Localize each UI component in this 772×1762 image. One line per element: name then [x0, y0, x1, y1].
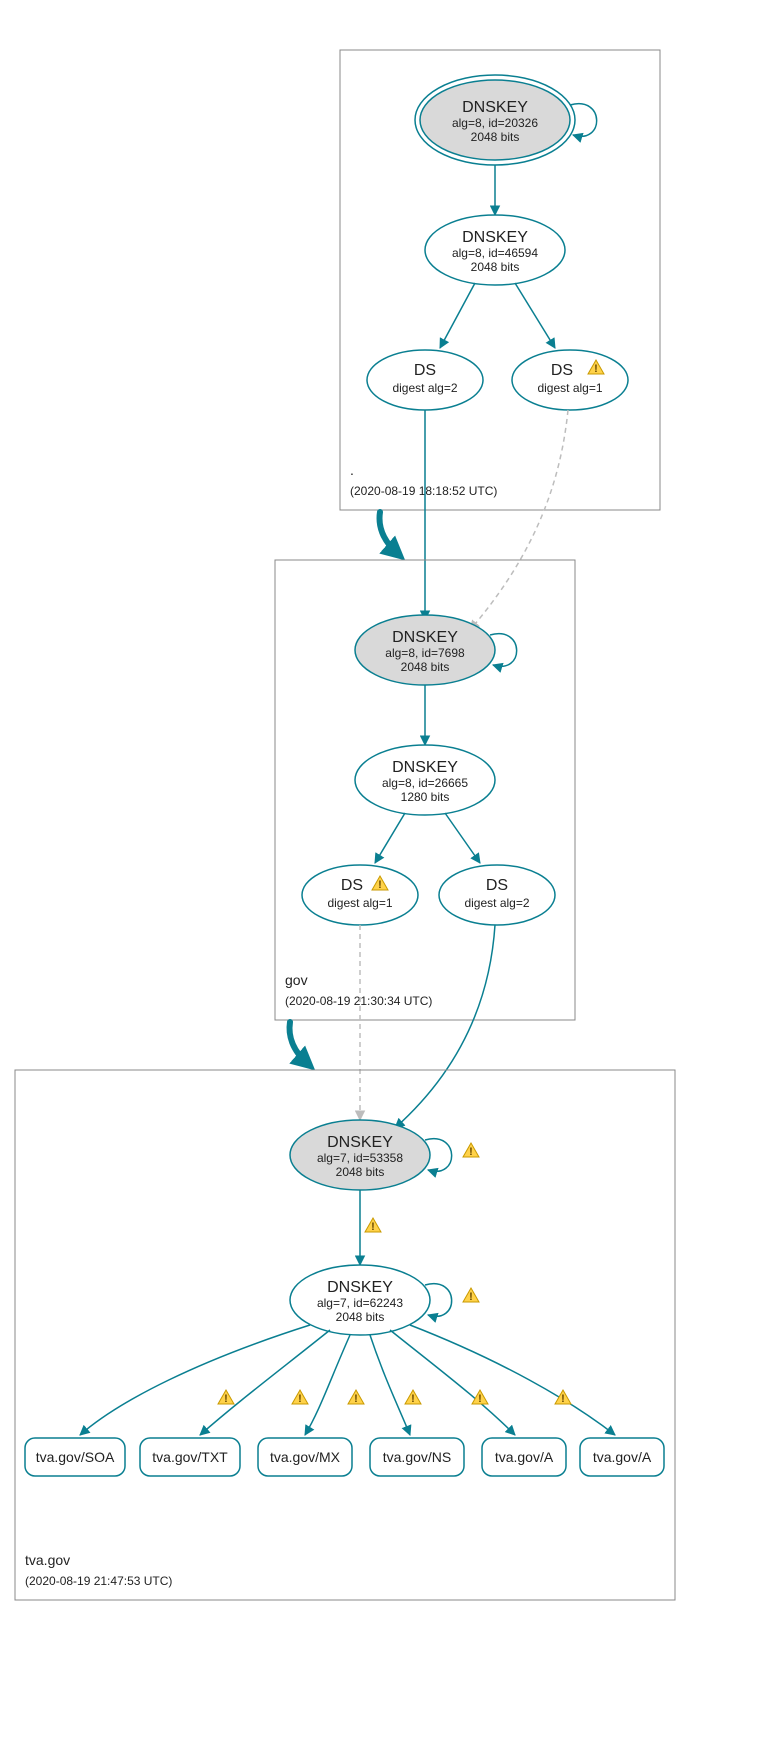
- root-ds2-node: DS digest alg=1 !: [512, 350, 628, 410]
- zone-root: . (2020-08-19 18:18:52 UTC) DNSKEY alg=8…: [340, 50, 660, 510]
- leaf-mx: tva.gov/MX: [258, 1438, 352, 1476]
- edge-leaf-4: [390, 1330, 515, 1435]
- svg-text:alg=8, id=26665: alg=8, id=26665: [382, 776, 468, 790]
- svg-text:!: !: [224, 1393, 228, 1405]
- svg-text:(2020-08-19 21:47:53 UTC): (2020-08-19 21:47:53 UTC): [25, 1574, 172, 1588]
- svg-text:DS: DS: [486, 877, 508, 894]
- edge-root-zsk-ds1: [440, 283, 475, 348]
- warning-icon: !: [348, 1390, 364, 1405]
- svg-text:!: !: [561, 1393, 565, 1405]
- root-ds1-node: DS digest alg=2: [367, 350, 483, 410]
- svg-text:tva.gov/MX: tva.gov/MX: [270, 1449, 341, 1465]
- svg-text:tva.gov/NS: tva.gov/NS: [383, 1449, 451, 1465]
- root-ksk-self-loop: [570, 104, 597, 137]
- svg-text:!: !: [469, 1146, 473, 1158]
- edge-leaf-0: [80, 1325, 310, 1435]
- svg-text:2048 bits: 2048 bits: [401, 660, 450, 674]
- warning-icon: !: [218, 1390, 234, 1405]
- delegation-gov-tva: [290, 1022, 308, 1064]
- svg-text:(2020-08-19 21:30:34 UTC): (2020-08-19 21:30:34 UTC): [285, 994, 432, 1008]
- leaf-soa: tva.gov/SOA: [25, 1438, 125, 1476]
- leaf-txt: tva.gov/TXT: [140, 1438, 240, 1476]
- zone-gov-name: gov: [285, 972, 308, 988]
- svg-text:alg=7, id=62243: alg=7, id=62243: [317, 1296, 403, 1310]
- svg-text:2048 bits: 2048 bits: [471, 260, 520, 274]
- svg-text:DNSKEY: DNSKEY: [462, 99, 528, 116]
- edge-root-zsk-ds2: [515, 283, 555, 348]
- edge-gov-ds2-tva-ksk: [395, 925, 495, 1128]
- svg-text:alg=8, id=7698: alg=8, id=7698: [385, 646, 465, 660]
- tva-zsk-node: DNSKEY alg=7, id=62243 2048 bits: [290, 1265, 430, 1335]
- svg-text:!: !: [411, 1393, 415, 1405]
- leaf-a2: tva.gov/A: [580, 1438, 664, 1476]
- warning-icon: !: [463, 1288, 479, 1303]
- svg-text:alg=7, id=53358: alg=7, id=53358: [317, 1151, 403, 1165]
- gov-zsk-node: DNSKEY alg=8, id=26665 1280 bits: [355, 745, 495, 815]
- svg-text:!: !: [298, 1393, 302, 1405]
- zone-tva-name: tva.gov: [25, 1552, 70, 1568]
- svg-text:DS: DS: [551, 362, 573, 379]
- edge-leaf-1: [200, 1330, 330, 1435]
- svg-text:DS: DS: [341, 877, 363, 894]
- zone-root-name: .: [350, 462, 354, 478]
- warning-icon: !: [292, 1390, 308, 1405]
- svg-text:2048 bits: 2048 bits: [471, 130, 520, 144]
- svg-text:!: !: [469, 1291, 473, 1303]
- zone-tva: tva.gov (2020-08-19 21:47:53 UTC) DNSKEY…: [15, 1070, 675, 1600]
- svg-text:!: !: [594, 363, 598, 375]
- warning-icon: !: [365, 1218, 381, 1233]
- root-ksk-node: DNSKEY alg=8, id=20326 2048 bits: [415, 75, 575, 165]
- edge-leaf-3: [370, 1335, 410, 1435]
- edge-gov-zsk-ds1: [375, 813, 405, 863]
- leaf-ns: tva.gov/NS: [370, 1438, 464, 1476]
- zone-gov: gov (2020-08-19 21:30:34 UTC) DNSKEY alg…: [275, 560, 575, 1020]
- svg-text:tva.gov/SOA: tva.gov/SOA: [36, 1449, 115, 1465]
- svg-text:alg=8, id=20326: alg=8, id=20326: [452, 116, 538, 130]
- warning-icon: !: [463, 1143, 479, 1158]
- svg-text:alg=8, id=46594: alg=8, id=46594: [452, 246, 538, 260]
- zone-root-time: (2020-08-19 18:18:52 UTC): [350, 484, 497, 498]
- svg-text:DNSKEY: DNSKEY: [392, 759, 458, 776]
- svg-text:DS: DS: [414, 362, 436, 379]
- delegation-root-gov: [380, 512, 398, 554]
- svg-text:DNSKEY: DNSKEY: [392, 629, 458, 646]
- edge-root-ds2-gov-ksk: [470, 410, 568, 630]
- svg-text:2048 bits: 2048 bits: [336, 1310, 385, 1324]
- tva-ksk-node: DNSKEY alg=7, id=53358 2048 bits: [290, 1120, 430, 1190]
- svg-text:digest alg=1: digest alg=1: [327, 896, 392, 910]
- svg-text:digest alg=1: digest alg=1: [537, 381, 602, 395]
- edge-gov-zsk-ds2: [445, 813, 480, 863]
- gov-ds2-node: DS digest alg=2: [439, 865, 555, 925]
- svg-text:DNSKEY: DNSKEY: [327, 1279, 393, 1296]
- edge-leaf-2: [305, 1335, 350, 1435]
- gov-ds1-node: DS digest alg=1 !: [302, 865, 418, 925]
- svg-text:!: !: [354, 1393, 358, 1405]
- edge-leaf-5: [410, 1325, 615, 1435]
- svg-text:!: !: [378, 879, 382, 891]
- svg-text:!: !: [478, 1393, 482, 1405]
- svg-text:DNSKEY: DNSKEY: [327, 1134, 393, 1151]
- svg-text:tva.gov/A: tva.gov/A: [495, 1449, 554, 1465]
- svg-text:digest alg=2: digest alg=2: [464, 896, 529, 910]
- svg-text:2048 bits: 2048 bits: [336, 1165, 385, 1179]
- root-zsk-node: DNSKEY alg=8, id=46594 2048 bits: [425, 215, 565, 285]
- gov-ksk-node: DNSKEY alg=8, id=7698 2048 bits: [355, 615, 495, 685]
- svg-text:!: !: [371, 1221, 375, 1233]
- warning-icon: !: [405, 1390, 421, 1405]
- svg-text:tva.gov/A: tva.gov/A: [593, 1449, 652, 1465]
- leaf-a1: tva.gov/A: [482, 1438, 566, 1476]
- warning-icon: !: [555, 1390, 571, 1405]
- svg-text:DNSKEY: DNSKEY: [462, 229, 528, 246]
- svg-text:1280 bits: 1280 bits: [401, 790, 450, 804]
- svg-text:digest alg=2: digest alg=2: [392, 381, 457, 395]
- svg-text:tva.gov/TXT: tva.gov/TXT: [152, 1449, 228, 1465]
